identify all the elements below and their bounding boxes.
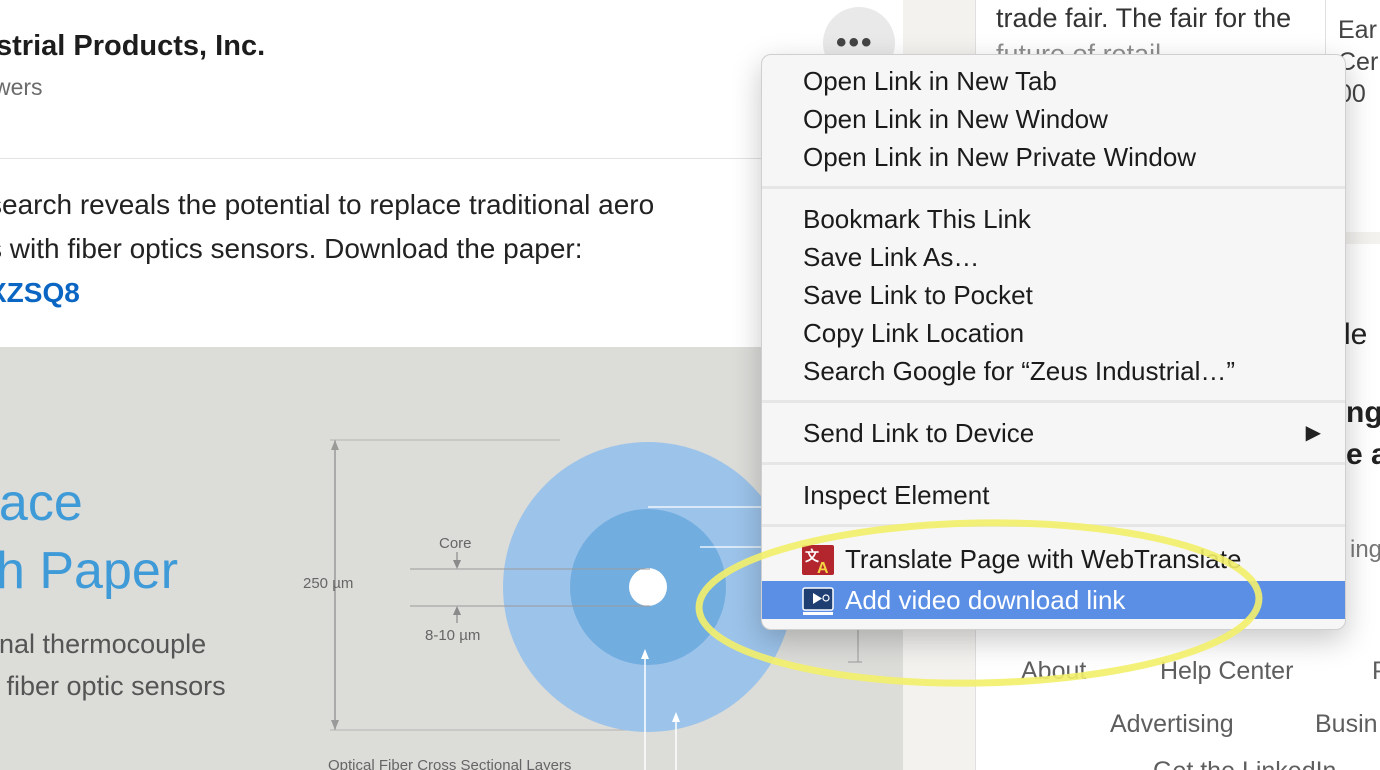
menu-open-new-tab[interactable]: Open Link in New Tab <box>762 62 1345 100</box>
video-download-icon <box>802 587 834 615</box>
menu-separator <box>762 462 1345 465</box>
sidebar-title-fragment[interactable]: e ar <box>1346 438 1380 472</box>
label-8-10um: 8-10 µm <box>425 627 480 644</box>
more-options-icon: ••• <box>836 26 874 59</box>
menu-separator <box>762 400 1345 403</box>
menu-add-video-download-label: Add video download link <box>845 585 1126 615</box>
translate-icon: 文 A <box>802 545 834 575</box>
diagram-caption: Optical Fiber Cross Sectional Layers <box>328 757 571 770</box>
menu-save-to-pocket[interactable]: Save Link to Pocket <box>762 276 1345 314</box>
menu-copy-link-location[interactable]: Copy Link Location <box>762 314 1345 352</box>
sidebar-meta-fragment: ing <box>1350 536 1380 563</box>
menu-separator <box>762 524 1345 527</box>
label-core: Core <box>439 535 472 552</box>
menu-separator <box>762 186 1345 189</box>
footer-link-advertising[interactable]: Advertising <box>1110 710 1234 739</box>
sidebar-heading-fragment: le <box>1344 318 1368 351</box>
menu-inspect-element[interactable]: Inspect Element <box>762 476 1345 514</box>
post-text-line: search reveals the potential to replace … <box>0 189 655 220</box>
fiber-core <box>629 568 667 606</box>
ad-text-fragment: Ear <box>1338 16 1377 44</box>
menu-save-link-as[interactable]: Save Link As… <box>762 238 1345 276</box>
arrow-up-icon <box>331 440 339 450</box>
menu-send-to-device[interactable]: Send Link to Device ▶ <box>762 414 1345 452</box>
menu-bookmark-link[interactable]: Bookmark This Link <box>762 200 1345 238</box>
menu-open-private-window[interactable]: Open Link in New Private Window <box>762 138 1345 176</box>
context-menu: Open Link in New Tab Open Link in New Wi… <box>761 54 1346 630</box>
footer-link-about[interactable]: About <box>1021 657 1086 686</box>
footer-link-help-center[interactable]: Help Center <box>1160 657 1293 686</box>
arrow-down-icon <box>453 560 461 569</box>
submenu-arrow-icon: ▶ <box>1305 422 1321 444</box>
footer-link-cut[interactable]: P <box>1372 657 1380 686</box>
sidebar-title-fragment[interactable]: ng <box>1346 396 1380 430</box>
post-body: search reveals the potential to replace … <box>0 183 654 315</box>
menu-add-video-download[interactable]: Add video download link <box>762 581 1345 619</box>
arrow-down-icon <box>331 720 339 730</box>
svg-text:A: A <box>817 560 829 575</box>
arrow-up-icon <box>453 606 461 615</box>
menu-translate-page-label: Translate Page with WebTranslate <box>845 544 1242 574</box>
menu-translate-page[interactable]: 文 A Translate Page with WebTranslate <box>762 540 1345 578</box>
menu-send-to-device-label: Send Link to Device <box>803 418 1035 448</box>
menu-open-new-window[interactable]: Open Link in New Window <box>762 100 1345 138</box>
label-250um: 250 µm <box>303 575 353 592</box>
post-text-line: s with fiber optics sensors. Download th… <box>0 233 583 264</box>
footer-link-business[interactable]: Busin <box>1315 710 1378 739</box>
ad-text-line: trade fair. The fair for the <box>996 3 1292 33</box>
menu-search-google[interactable]: Search Google for “Zeus Industrial…” <box>762 352 1345 390</box>
footer-link-get-app[interactable]: Get the LinkedIn <box>1153 757 1336 770</box>
followers-count: wers <box>0 74 43 100</box>
company-name[interactable]: strial Products, Inc. <box>0 30 265 63</box>
post-link[interactable]: XZSQ8 <box>0 271 654 315</box>
